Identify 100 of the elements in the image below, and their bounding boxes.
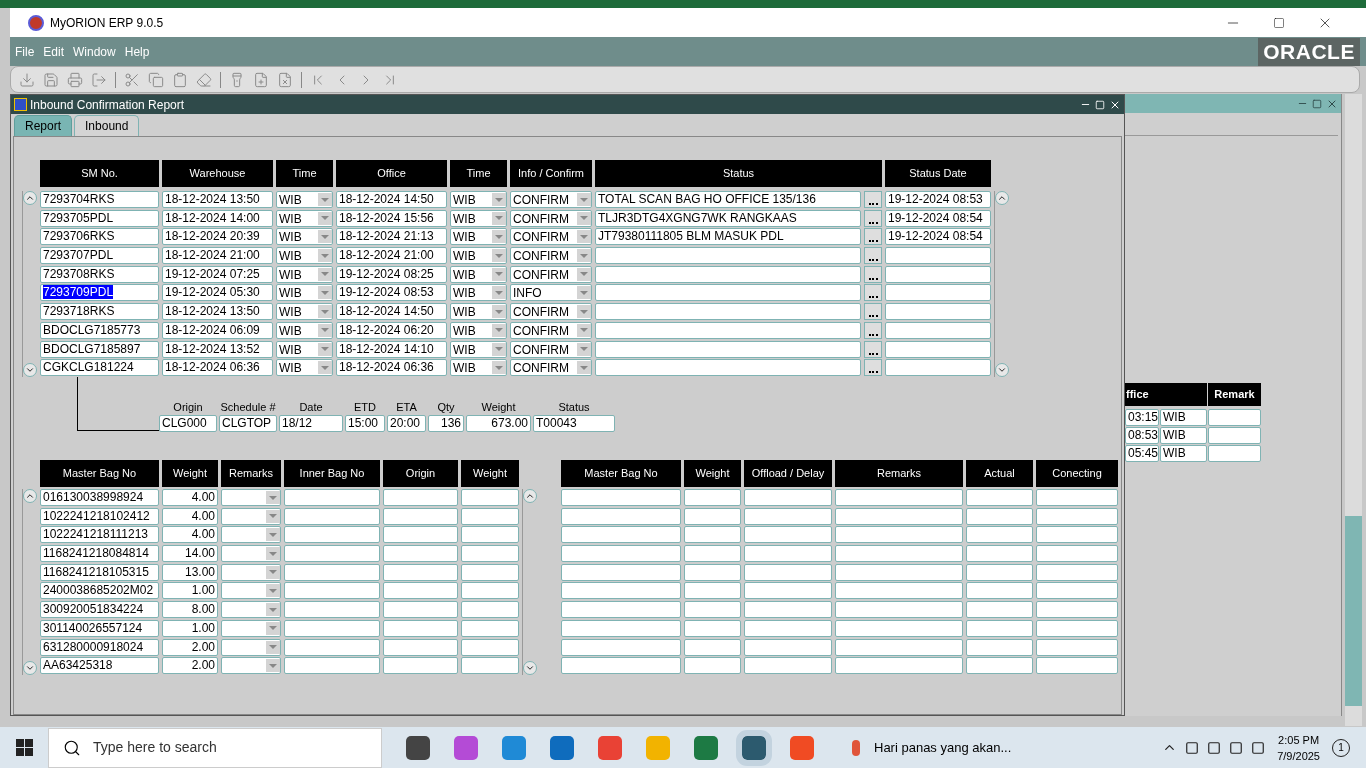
empty-field[interactable] — [684, 507, 741, 525]
status-field[interactable]: JT79380111805 BLM MASUK PDL — [595, 228, 861, 246]
inner-bag-field[interactable] — [284, 582, 380, 600]
warehouse-time-field[interactable]: 19-12-2024 07:25 — [162, 265, 273, 283]
empty-field[interactable] — [966, 657, 1033, 675]
empty-field[interactable] — [966, 619, 1033, 637]
weight-field[interactable] — [461, 507, 519, 525]
master-bag-field[interactable]: 016130038998924 — [40, 489, 159, 506]
status-field[interactable]: TOTAL SCAN BAG HO OFFICE 135/136 — [595, 191, 861, 208]
toolbar-icon[interactable] — [277, 71, 293, 88]
ellipsis-button[interactable] — [864, 265, 882, 283]
master-bag-field[interactable]: 2400038685202M02 — [40, 582, 159, 600]
info-confirm-select[interactable]: CONFIRM — [510, 340, 592, 358]
info-confirm-select[interactable]: CONFIRM — [510, 303, 592, 321]
office-time-field[interactable]: 18-12-2024 06:20 — [336, 321, 447, 339]
empty-field[interactable] — [966, 638, 1033, 656]
ellipsis-button[interactable] — [864, 284, 882, 302]
empty-field[interactable] — [561, 526, 681, 544]
weight-field[interactable]: 13.00 — [162, 563, 218, 581]
empty-field[interactable] — [744, 545, 832, 563]
remarks-select[interactable] — [221, 638, 281, 656]
empty-field[interactable] — [1036, 545, 1118, 563]
weight-field[interactable] — [461, 545, 519, 563]
inner-bag-field[interactable] — [284, 563, 380, 581]
weight-field[interactable]: 2.00 — [162, 638, 218, 656]
sm-number-field[interactable]: 7293706RKS — [40, 228, 159, 246]
remarks-select[interactable] — [221, 545, 281, 563]
ellipsis-button[interactable] — [864, 359, 882, 377]
office-time-field[interactable]: 19-12-2024 08:53 — [336, 284, 447, 302]
empty-field[interactable] — [835, 582, 963, 600]
empty-field[interactable] — [744, 563, 832, 581]
time-zone-select[interactable]: WIB — [276, 321, 333, 339]
origin-field[interactable] — [383, 489, 458, 506]
info-confirm-select[interactable]: INFO — [510, 284, 592, 302]
office-time-field[interactable]: 18-12-2024 06:36 — [336, 359, 447, 377]
weight-field[interactable] — [461, 489, 519, 506]
toolbar-icon[interactable] — [43, 71, 59, 88]
status-date-field[interactable]: 19-12-2024 08:54 — [885, 228, 991, 246]
time-field[interactable]: 05:45 — [1125, 445, 1159, 462]
empty-field[interactable] — [744, 582, 832, 600]
empty-field[interactable] — [744, 638, 832, 656]
origin-field[interactable] — [383, 582, 458, 600]
inner-bag-field[interactable] — [284, 601, 380, 619]
status-field[interactable] — [595, 284, 861, 302]
empty-field[interactable] — [744, 601, 832, 619]
master-bag-field[interactable]: AA63425318 — [40, 657, 159, 675]
empty-field[interactable] — [561, 619, 681, 637]
sm-number-field[interactable]: 7293704RKS — [40, 191, 159, 208]
toolbar-icon[interactable] — [124, 71, 140, 88]
weight-field[interactable]: 8.00 — [162, 601, 218, 619]
empty-field[interactable] — [835, 507, 963, 525]
origin-field[interactable] — [383, 563, 458, 581]
scroll-thumb[interactable] — [1345, 516, 1362, 706]
detail-field[interactable]: 20:00 — [387, 415, 426, 432]
empty-field[interactable] — [1036, 638, 1118, 656]
zone-field[interactable]: WIB — [1160, 445, 1207, 462]
inner-bag-field[interactable] — [284, 545, 380, 563]
search-field[interactable]: Type here to search — [48, 727, 382, 768]
empty-field[interactable] — [684, 657, 741, 675]
weight-field[interactable]: 1.00 — [162, 619, 218, 637]
toolbar-icon[interactable] — [253, 71, 269, 88]
empty-field[interactable] — [835, 489, 963, 506]
status-date-field[interactable] — [885, 265, 991, 283]
scroll-up-icon[interactable] — [23, 191, 37, 205]
info-confirm-select[interactable]: CONFIRM — [510, 247, 592, 265]
empty-field[interactable] — [835, 563, 963, 581]
warehouse-time-field[interactable]: 18-12-2024 14:00 — [162, 209, 273, 227]
toolbar-icon[interactable] — [172, 71, 188, 88]
status-date-field[interactable] — [885, 247, 991, 265]
menu-item[interactable]: File — [15, 42, 35, 61]
empty-field[interactable] — [1036, 563, 1118, 581]
empty-field[interactable] — [835, 545, 963, 563]
master-bag-field[interactable]: 1168241218084814 — [40, 545, 159, 563]
scroll-down-icon[interactable] — [995, 363, 1009, 377]
time-zone-select[interactable]: WIB — [276, 359, 333, 377]
toolbar-icon[interactable] — [229, 71, 245, 88]
empty-field[interactable] — [744, 526, 832, 544]
empty-field[interactable] — [835, 657, 963, 675]
empty-field[interactable] — [744, 507, 832, 525]
master-bag-field[interactable]: 301140026557124 — [40, 619, 159, 637]
weight-field[interactable]: 4.00 — [162, 526, 218, 544]
weight-field[interactable] — [461, 582, 519, 600]
office-time-field[interactable]: 18-12-2024 15:56 — [336, 209, 447, 227]
time-zone-select[interactable]: WIB — [450, 191, 507, 208]
sm-number-field[interactable]: 7293709PDL — [40, 284, 159, 302]
menu-item[interactable]: Help — [124, 42, 150, 61]
status-field[interactable] — [595, 303, 861, 321]
inner-bag-field[interactable] — [284, 657, 380, 675]
origin-field[interactable] — [383, 526, 458, 544]
empty-field[interactable] — [684, 526, 741, 544]
weight-field[interactable] — [461, 619, 519, 637]
ellipsis-button[interactable] — [864, 247, 882, 265]
status-date-field[interactable]: 19-12-2024 08:53 — [885, 191, 991, 208]
time-zone-select[interactable]: WIB — [276, 284, 333, 302]
empty-field[interactable] — [835, 619, 963, 637]
info-confirm-select[interactable]: CONFIRM — [510, 209, 592, 227]
weight-field[interactable] — [461, 526, 519, 544]
weight-field[interactable] — [461, 601, 519, 619]
warehouse-time-field[interactable]: 18-12-2024 13:50 — [162, 303, 273, 321]
time-zone-select[interactable]: WIB — [276, 340, 333, 358]
